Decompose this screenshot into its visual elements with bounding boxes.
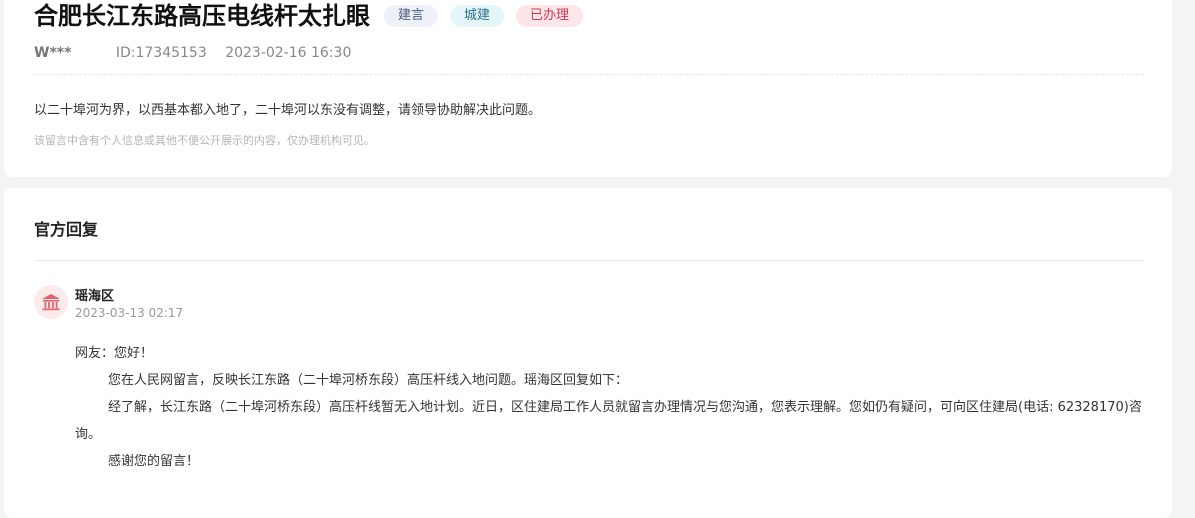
official-reply-card: 官方回复 瑶海区 2023-03-13 02:17 网友：您好！ 您在人民网留言…: [4, 188, 1172, 518]
post-title: 合肥长江东路高压电线杆太扎眼: [34, 2, 370, 30]
post-datetime: 2023-02-16 16:30: [225, 45, 352, 61]
post-card: 合肥长江东路高压电线杆太扎眼 建言 城建 已办理 W*** ID:1734515…: [4, 0, 1172, 177]
divider: [34, 74, 1144, 75]
privacy-note: 该留言中含有个人信息或其他不便公开展示的内容，仅办理机构可见。: [34, 134, 375, 147]
post-meta: W*** ID:17345153 2023-02-16 16:30: [34, 45, 351, 61]
post-content: 以二十埠河为界，以西基本都入地了，二十埠河以东没有调整，请领导协助解决此问题。: [34, 103, 542, 118]
avatar: [34, 285, 68, 319]
tag-type-badge[interactable]: 建言: [384, 5, 439, 27]
title-row: 合肥长江东路高压电线杆太扎眼 建言 城建 已办理: [34, 0, 595, 32]
reply-paragraph: 您在人民网留言，反映长江东路（二十埠河桥东段）高压杆线入地问题。瑶海区回复如下：: [108, 373, 629, 388]
reply-org-name: 瑶海区: [75, 289, 115, 304]
reply-greeting: 网友：您好！: [75, 346, 154, 361]
reply-heading: 官方回复: [34, 220, 99, 239]
post-author: W***: [34, 45, 72, 61]
reply-closing: 感谢您的留言！: [108, 454, 200, 469]
divider: [34, 260, 1144, 261]
reply-body: 网友：您好！ 您在人民网留言，反映长江东路（二十埠河桥东段）高压杆线入地问题。瑶…: [75, 340, 1147, 475]
reply-datetime: 2023-03-13 02:17: [75, 306, 184, 320]
government-building-icon: [42, 294, 60, 311]
status-badge: 已办理: [516, 5, 584, 27]
post-id: ID:17345153: [115, 45, 207, 61]
tag-category-badge[interactable]: 城建: [450, 5, 505, 27]
reply-paragraph: 经了解，长江东路（二十埠河桥东段）高压杆线暂无入地计划。近日，区住建局工作人员就…: [75, 400, 1142, 442]
